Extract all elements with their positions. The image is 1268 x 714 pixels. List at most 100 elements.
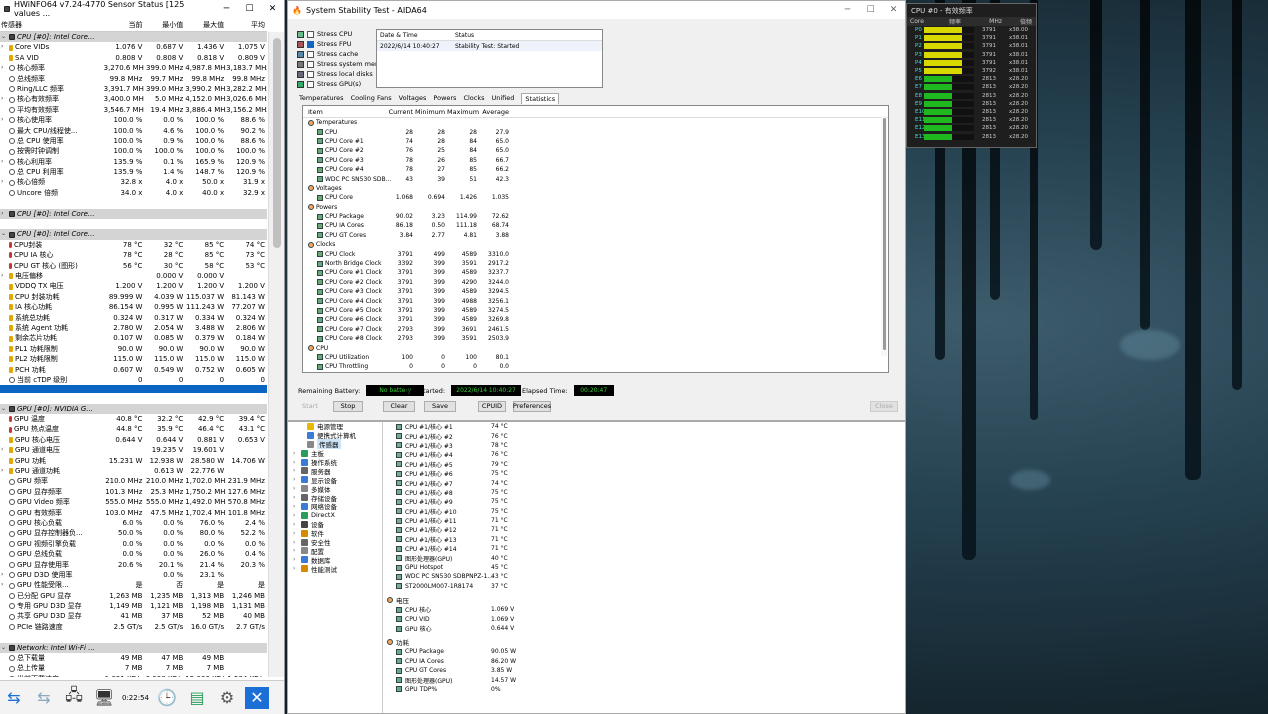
selected-empty-row[interactable] (0, 385, 267, 394)
expand-chevron-icon[interactable]: › (1, 580, 7, 590)
expand-chevron-icon[interactable]: › (1, 63, 7, 73)
sensor-row[interactable]: › GPU 通道电压 19.235 V 19.601 V (0, 445, 267, 455)
report-icon[interactable]: ▤ (185, 687, 209, 709)
expand-chevron-icon[interactable]: › (293, 565, 298, 572)
sensor-row[interactable]: GPU 有效频率 103.0 MHz 47.5 MHz 1,702.4 MHz 101.… (0, 508, 267, 518)
save-button[interactable]: Save (424, 400, 456, 412)
sensor-row[interactable]: 剩余芯片功耗 0.107 W 0.085 W 0.379 W 0.184 W (0, 333, 267, 343)
sensor-row[interactable]: GPU 核心电压 0.644 V 0.644 V 0.881 V 0.653 V (0, 435, 267, 445)
sensor-detail-row[interactable]: CPU #1/核心 #12 71 °C (387, 525, 905, 534)
sensor-row[interactable]: GPU 频率 210.0 MHz 210.0 MHz 1,702.0 MHz 231.9… (0, 476, 267, 486)
maximize-button[interactable]: ☐ (238, 4, 261, 14)
collapse-chevron-icon[interactable]: ⌄ (1, 404, 7, 414)
stat-row[interactable]: CPU Core #2 76 25 84 65.0 (303, 146, 888, 155)
stat-row[interactable]: CPU Core #2 Clock 3791 399 4290 3244.0 (303, 278, 888, 287)
expand-chevron-icon[interactable]: › (293, 547, 298, 554)
expand-chevron-icon[interactable]: › (293, 450, 298, 457)
stress-checkbox[interactable] (307, 40, 314, 48)
sensor-row[interactable]: › 核心利用率 135.9 % 0.1 % 165.9 % 120.9 % (0, 157, 267, 167)
sensor-detail-row[interactable]: CPU #1/核心 #3 78 °C (387, 441, 905, 450)
expand-chevron-icon[interactable]: › (1, 177, 7, 187)
sensor-detail-row[interactable]: GPU Hotspot 45 °C (387, 563, 905, 572)
stat-row[interactable]: CPU Utilization 100 0 100 80.1 (303, 353, 888, 362)
network-icon[interactable]: 🖧 (62, 685, 86, 709)
expand-chevron-icon[interactable]: › (1, 115, 7, 125)
stress-checkbox[interactable] (307, 50, 314, 58)
expand-chevron-icon[interactable]: › (293, 494, 298, 501)
sensor-row[interactable]: GPU 视频引擎负载 0.0 % 0.0 % 0.0 % 0.0 % (0, 539, 267, 549)
nav-tree-item[interactable]: › 显示设备 (288, 475, 382, 485)
sensor-row[interactable]: › Core VIDs 1.076 V 0.687 V 1.436 V 1.075 V (0, 42, 267, 52)
sensor-row[interactable]: 总 CPU 利用率 135.9 % 1.4 % 148.7 % 120.9 % (0, 167, 267, 177)
stat-row[interactable]: CPU Clock 3791 499 4589 3310.0 (303, 249, 888, 258)
sensor-row[interactable]: 已分配 GPU 显存 1,263 MB 1,235 MB 1,313 MB 1,246 … (0, 591, 267, 601)
cpuid-button[interactable]: CPUID (478, 400, 506, 412)
tab-clocks[interactable]: Clocks (463, 93, 484, 104)
sensor-row[interactable]: PL2 功耗限制 115.0 W 115.0 W 115.0 W 115.0 W (0, 354, 267, 364)
sensor-detail-row[interactable]: CPU #1/核心 #2 76 °C (387, 431, 905, 441)
computer-icon[interactable]: 🖥 (92, 687, 116, 709)
stat-col-item[interactable]: Item (303, 108, 383, 116)
stat-section-row[interactable]: CPU (303, 343, 888, 352)
close-dialog-button[interactable]: Close (870, 400, 898, 412)
sensor-detail-row[interactable]: CPU #1/核心 #6 75 °C (387, 469, 905, 478)
sensor-detail-row[interactable]: CPU #1/核心 #11 71 °C (387, 516, 905, 525)
stat-row[interactable]: CPU Core #5 Clock 3791 399 4589 3274.5 (303, 306, 888, 315)
sensor-list-scrollbar[interactable] (268, 32, 284, 677)
scrollbar-thumb[interactable] (882, 118, 886, 350)
sensor-detail-row[interactable]: CPU GT Cores 3.85 W (387, 666, 905, 675)
stat-row[interactable]: CPU Core 1.068 0.694 1.426 1.035 (303, 193, 888, 202)
sensor-detail-row[interactable]: 图形处理器(GPU) 14.57 W (387, 675, 905, 685)
sensor-row[interactable]: 当前下载速度 1.891 KB/s0.000 KB/s15.066 KB/s1.5… (0, 674, 267, 677)
sensor-detail-row[interactable]: CPU IA Cores 86.20 W (387, 657, 905, 666)
stat-row[interactable]: CPU Core #6 Clock 3791 399 4589 3269.8 (303, 315, 888, 324)
sensor-row[interactable]: 系统 Agent 功耗 2.780 W 2.054 W 3.488 W 2.806 W (0, 323, 267, 333)
stat-row[interactable]: CPU Throttling 0 0 0 0.0 (303, 362, 888, 371)
nav-tree-item[interactable]: › 性能测试 (288, 564, 382, 574)
stat-row[interactable]: CPU Core #4 78 27 85 66.2 (303, 165, 888, 174)
collapse-chevron-icon[interactable]: ⌄ (1, 643, 7, 653)
sensor-row[interactable]: GPU 核心负载 6.0 % 0.0 % 76.0 % 2.4 % (0, 518, 267, 528)
sensor-row[interactable]: › 核心使用率 100.0 % 0.0 % 100.0 % 88.6 % (0, 115, 267, 125)
clear-button[interactable]: Clear (383, 400, 415, 412)
minimize-button[interactable]: ─ (836, 5, 859, 15)
sensor-row[interactable]: 最大 CPU/线程使... 100.0 % 4.6 % 100.0 % 90.2 % (0, 126, 267, 136)
stat-col-avg[interactable]: Average (479, 108, 511, 116)
sensor-row[interactable]: Uncore 倍频 34.0 x 4.0 x 40.0 x 32.9 x (0, 188, 267, 198)
stat-row[interactable]: CPU IA Cores 86.18 0.50 111.18 68.74 (303, 221, 888, 230)
sensor-row[interactable]: GPU 总线负载 0.0 % 0.0 % 26.0 % 0.4 % (0, 549, 267, 559)
sensor-row[interactable]: CPU 封装功耗 89.999 W 4.039 W 115.037 W 81.143 W (0, 292, 267, 302)
sensor-detail-row[interactable]: GPU TDP% 0% (387, 685, 905, 694)
sensor-detail-row[interactable]: CPU #1/核心 #1 74 °C (387, 422, 905, 431)
sensor-row[interactable]: 共享 GPU D3D 显存 41 MB 37 MB 52 MB 40 MB (0, 611, 267, 621)
stat-row[interactable]: CPU Package 90.02 3.23 114.99 72.62 (303, 212, 888, 221)
sensor-row[interactable]: › 核心频率 3,270.6 MHz 399.0 MHz 4,987.8 MHz 3,18… (0, 63, 267, 73)
close-button[interactable]: ✕ (882, 5, 905, 15)
stat-section-row[interactable]: Temperatures (303, 118, 888, 127)
nav-tree-item[interactable]: › 网络设备 (288, 502, 382, 511)
sensor-detail-row[interactable]: CPU Package 90.05 W (387, 647, 905, 656)
hwinfo-titlebar[interactable]: HWiNFO64 v7.24-4770 Sensor Status [125 v… (0, 0, 284, 18)
sensor-row[interactable]: Ring/LLC 频率 3,391.7 MHz 399.0 MHz 3,990.2 M… (0, 84, 267, 94)
expand-chevron-icon[interactable]: › (293, 539, 298, 546)
sensor-row[interactable]: › GPU D3D 使用率 0.0 % 23.1 % (0, 570, 267, 580)
sensor-row[interactable]: › GPU 性能受限... 是 否 是 是 (0, 580, 267, 590)
expand-chevron-icon[interactable]: › (293, 485, 298, 492)
sensor-detail-row[interactable]: CPU #1/核心 #5 79 °C (387, 460, 905, 469)
stat-row[interactable]: CPU Core #1 Clock 3791 399 4589 3237.7 (303, 268, 888, 277)
stat-row[interactable]: North Bridge Clock 3392 399 3591 2917.2 (303, 259, 888, 268)
statistics-scrollbar[interactable] (881, 116, 887, 356)
sensor-row[interactable]: 总 CPU 使用率 100.0 % 0.9 % 100.0 % 88.6 % (0, 136, 267, 146)
stat-row[interactable]: CPU Core #8 Clock 2793 399 3591 2503.9 (303, 334, 888, 343)
close-x-icon[interactable]: ✕ (245, 686, 269, 709)
nav-tree-item[interactable]: › 配置 (288, 546, 382, 556)
sensor-row[interactable]: › 核心倍频 32.8 x 4.0 x 50.0 x 31.9 x (0, 177, 267, 187)
column-current[interactable]: 当前 (104, 20, 145, 30)
scrollbar-thumb[interactable] (273, 38, 281, 248)
expand-chevron-icon[interactable]: › (1, 466, 7, 476)
sensor-detail-row[interactable]: ST2000LM007-1R8174 37 °C (387, 582, 905, 591)
sensor-row[interactable]: GPU 功耗 15.231 W 12.938 W 28.580 W 14.706 W (0, 456, 267, 466)
sensor-row[interactable]: CPU IA 核心 78 °C 28 °C 85 °C 73 °C (0, 250, 267, 260)
sensor-row[interactable]: › 核心有效频率 3,400.0 MHz 5.0 MHz 4,152.0 MHz 3,02… (0, 94, 267, 104)
stat-row[interactable]: CPU Core #3 78 26 85 66.7 (303, 156, 888, 165)
